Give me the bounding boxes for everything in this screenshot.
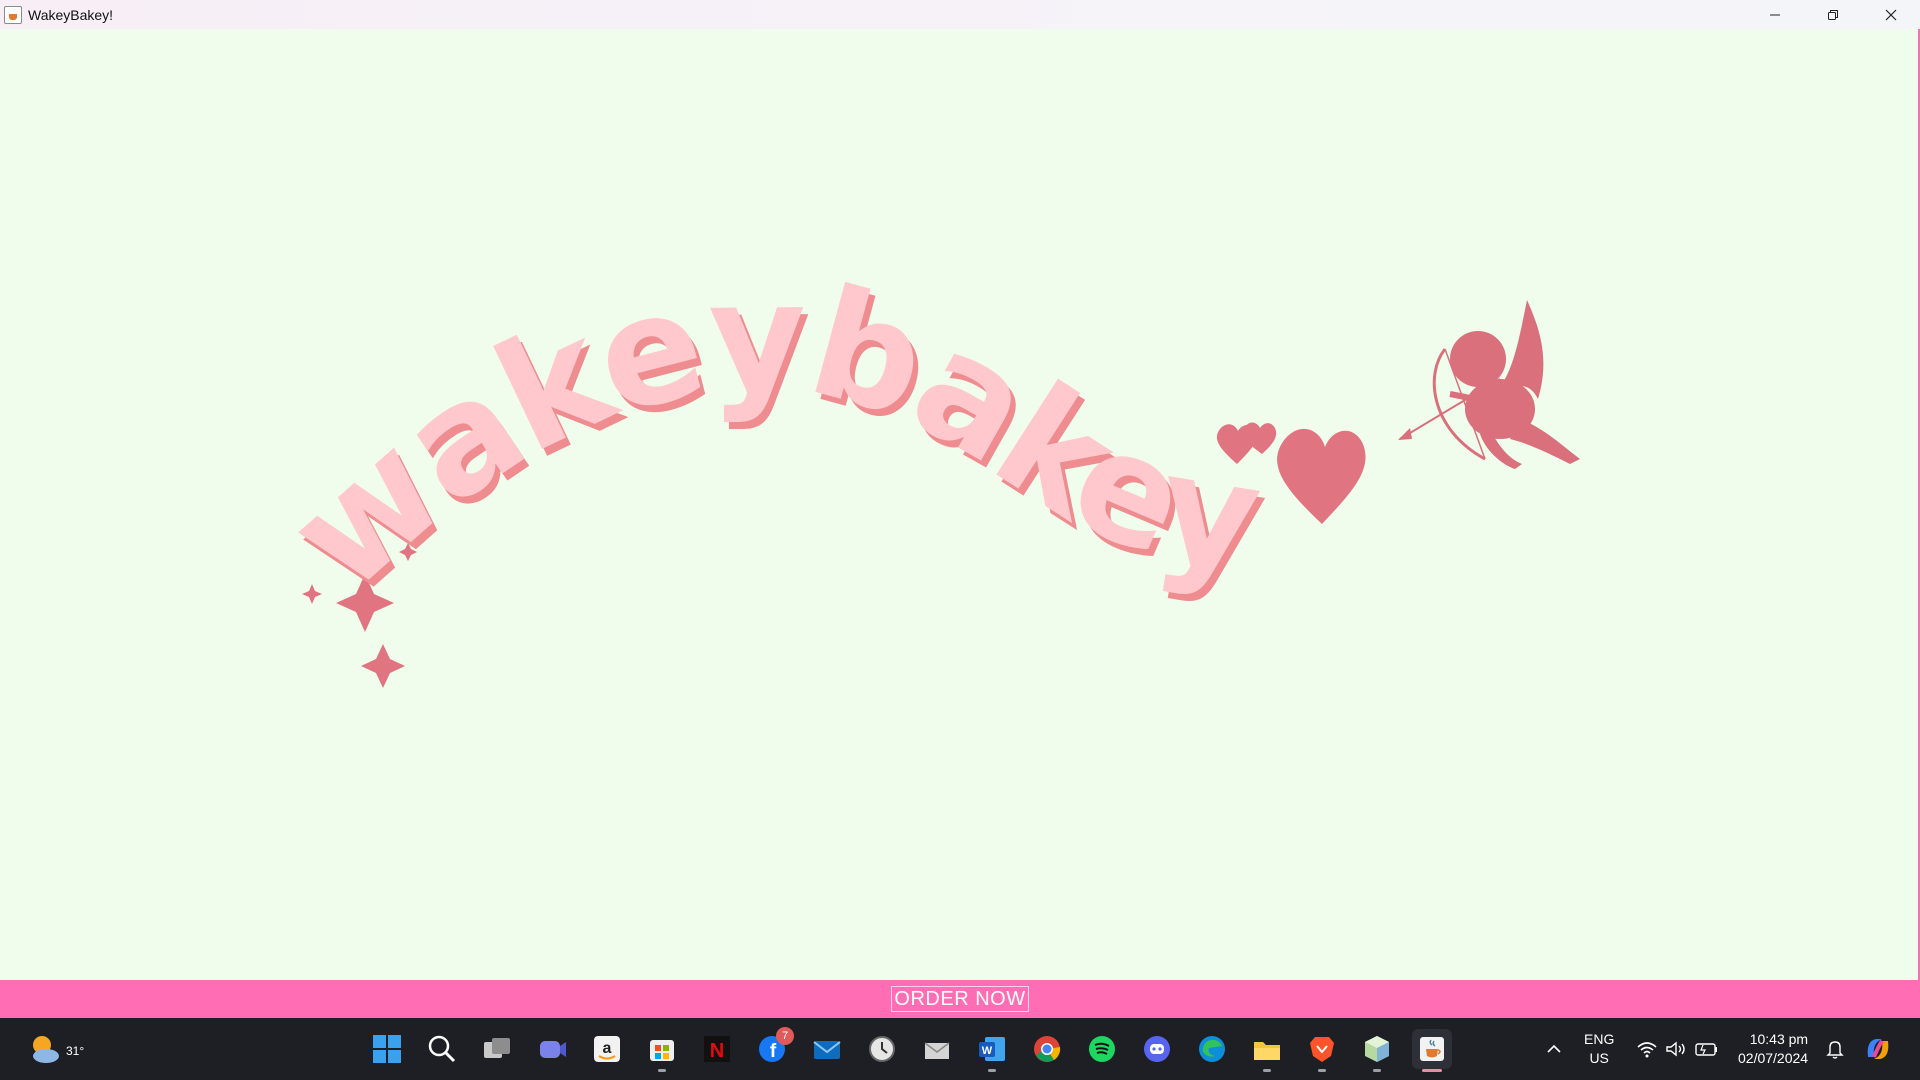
svg-text:a: a xyxy=(603,1040,612,1057)
running-indicator xyxy=(658,1069,666,1072)
java-app-icon xyxy=(4,5,22,24)
taskbar-task-view[interactable] xyxy=(477,1029,517,1069)
copilot-icon xyxy=(1867,1039,1889,1059)
envelope-icon xyxy=(924,1042,950,1059)
main-content: wakeybakey wakeybakey xyxy=(0,29,1920,980)
taskbar-search[interactable] xyxy=(422,1029,462,1069)
active-indicator xyxy=(1422,1069,1442,1072)
search-icon xyxy=(428,1035,456,1063)
edge-icon xyxy=(1199,1036,1225,1062)
task-view-icon xyxy=(484,1038,510,1058)
word-icon: W xyxy=(979,1037,1005,1061)
window-title: WakeyBakey! xyxy=(28,6,114,23)
battery-icon xyxy=(1695,1043,1717,1056)
running-indicator xyxy=(1318,1069,1326,1072)
taskbar-file-explorer[interactable] xyxy=(1247,1029,1287,1072)
taskbar-edge[interactable] xyxy=(1192,1029,1232,1069)
taskbar-brave[interactable] xyxy=(1302,1029,1342,1072)
restore-icon xyxy=(1828,9,1838,20)
windows-logo-icon xyxy=(373,1035,401,1063)
taskbar-java[interactable] xyxy=(1412,1029,1452,1072)
taskbar-start[interactable] xyxy=(367,1029,407,1069)
restore-button[interactable] xyxy=(1804,0,1862,29)
window-controls xyxy=(1746,0,1920,29)
wakeybakey-logo: wakeybakey wakeybakey xyxy=(290,279,1580,688)
notification-badge: 7 xyxy=(776,1027,794,1045)
order-now-button[interactable]: ORDER NOW xyxy=(891,986,1029,1012)
volume-icon xyxy=(1666,1041,1685,1057)
taskbar-amazon[interactable]: a xyxy=(587,1029,627,1069)
weather-partly-cloudy-icon xyxy=(33,1036,59,1063)
taskbar-app-cube[interactable] xyxy=(1357,1029,1397,1072)
title-bar: WakeyBakey! xyxy=(0,0,1920,29)
taskbar-spotify[interactable] xyxy=(1082,1029,1122,1069)
running-indicator xyxy=(1373,1069,1381,1072)
wifi-icon xyxy=(1637,1042,1657,1058)
running-indicator xyxy=(988,1069,996,1072)
clock-icon xyxy=(869,1036,895,1062)
tray-overflow-button[interactable] xyxy=(1540,1018,1568,1080)
taskbar: 31° a N f 7 W ENG US 10:43 pm 02/07/2024 xyxy=(0,1018,1920,1080)
spotify-icon xyxy=(1089,1036,1115,1062)
amazon-icon: a xyxy=(594,1036,620,1062)
taskbar-facebook[interactable]: f 7 xyxy=(752,1027,794,1069)
clock-date: 02/07/2024 xyxy=(1738,1050,1809,1066)
brave-icon xyxy=(1310,1037,1334,1062)
chrome-icon xyxy=(1034,1036,1061,1062)
notification-button[interactable] xyxy=(1824,1018,1846,1080)
svg-text:N: N xyxy=(710,1040,724,1062)
date-time[interactable]: 10:43 pm 02/07/2024 xyxy=(1738,1018,1808,1080)
taskbar-discord[interactable] xyxy=(1137,1029,1177,1069)
svg-text:W: W xyxy=(982,1045,993,1057)
order-bar: ORDER NOW xyxy=(0,980,1920,1018)
clock-time: 10:43 pm xyxy=(1749,1031,1809,1047)
mail-icon xyxy=(813,1041,841,1059)
java-icon xyxy=(1420,1037,1444,1061)
taskbar-mail[interactable] xyxy=(807,1029,847,1069)
taskbar-clock[interactable] xyxy=(862,1029,902,1069)
cupid-icon xyxy=(1398,300,1580,469)
chevron-up-icon xyxy=(1547,1044,1561,1053)
svg-text:f: f xyxy=(770,1041,777,1062)
taskbar-store[interactable] xyxy=(642,1029,682,1072)
weather-widget[interactable]: 31° xyxy=(26,1030,84,1070)
close-icon xyxy=(1885,9,1897,20)
running-indicator xyxy=(1263,1069,1271,1072)
minimize-button[interactable] xyxy=(1746,0,1804,29)
close-button[interactable] xyxy=(1862,0,1920,29)
taskbar-netflix[interactable]: N xyxy=(697,1029,737,1069)
video-chat-icon xyxy=(540,1041,566,1058)
language-indicator[interactable]: ENG US xyxy=(1584,1018,1614,1080)
region-code: US xyxy=(1589,1050,1609,1066)
netflix-icon: N xyxy=(704,1036,730,1062)
language-code: ENG xyxy=(1584,1031,1615,1047)
network-volume-battery[interactable] xyxy=(1636,1018,1720,1080)
minimize-icon xyxy=(1770,14,1780,15)
discord-icon xyxy=(1144,1036,1170,1062)
bell-icon xyxy=(1826,1041,1844,1059)
taskbar-chrome[interactable] xyxy=(1027,1029,1067,1069)
taskbar-teams[interactable] xyxy=(532,1029,572,1069)
taskbar-email[interactable] xyxy=(917,1029,957,1069)
copilot-button[interactable] xyxy=(1862,1018,1894,1080)
folder-icon xyxy=(1254,1042,1280,1060)
taskbar-word[interactable]: W xyxy=(972,1029,1012,1072)
weather-temperature: 31° xyxy=(66,1044,85,1058)
cube-icon xyxy=(1365,1036,1389,1062)
store-icon xyxy=(650,1040,674,1061)
